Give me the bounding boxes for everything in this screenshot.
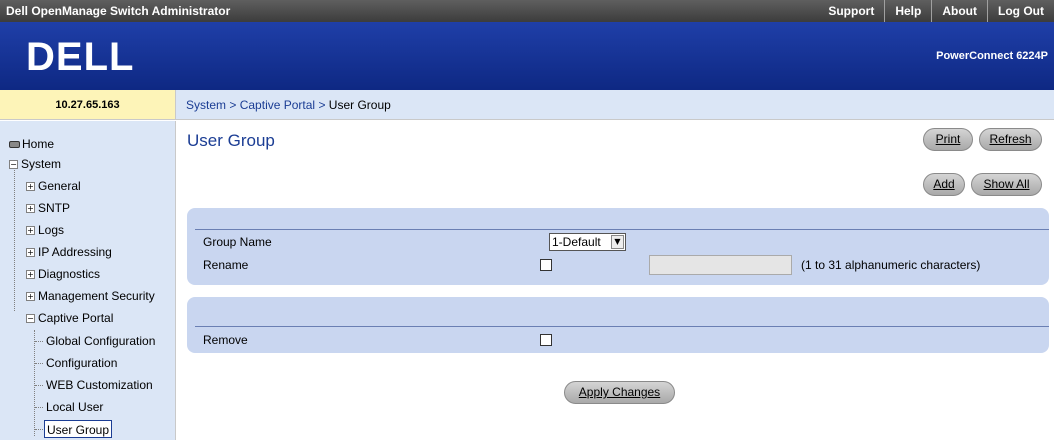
breadcrumb-separator: >: [318, 98, 326, 112]
app-title: Dell OpenManage Switch Administrator: [6, 4, 231, 18]
group-name-label: Group Name: [203, 235, 272, 249]
nav-item-logs[interactable]: + Logs: [26, 221, 64, 239]
expand-icon[interactable]: +: [26, 292, 35, 302]
group-name-value: 1-Default: [552, 235, 601, 249]
chevron-down-icon: ▼: [611, 235, 624, 249]
top-bar: Dell OpenManage Switch Administrator Sup…: [0, 0, 1054, 22]
nav-label: Home: [22, 137, 55, 151]
print-button[interactable]: Print: [923, 128, 973, 151]
dell-logo: DELL: [26, 35, 134, 78]
tree-connector: [35, 363, 43, 364]
nav-item-general[interactable]: + General: [26, 177, 81, 195]
rename-label: Rename: [203, 258, 249, 272]
rename-input[interactable]: [649, 255, 792, 275]
group-name-row: Group Name 1-Default ▼: [187, 233, 1049, 251]
nav-item-local-user[interactable]: Local User: [46, 398, 103, 416]
help-link[interactable]: Help: [884, 0, 931, 22]
rename-checkbox[interactable]: [540, 259, 552, 271]
expand-icon[interactable]: +: [26, 270, 35, 280]
group-name-select[interactable]: 1-Default ▼: [549, 233, 626, 251]
nav-tree: Home − System + General + SNTP + Logs + IP Ad…: [0, 121, 176, 440]
remove-row: Remove: [187, 332, 1049, 350]
nav-label: IP Addressing: [38, 245, 112, 259]
top-links: Support Help About Log Out: [818, 0, 1054, 22]
nav-item-home[interactable]: Home: [9, 135, 54, 153]
rename-hint: (1 to 31 alphanumeric characters): [801, 258, 981, 272]
nav-item-user-group[interactable]: User Group: [44, 420, 113, 438]
tree-connector: [35, 429, 43, 430]
collapse-icon[interactable]: −: [26, 314, 35, 324]
logout-link[interactable]: Log Out: [987, 0, 1054, 22]
page-title: User Group: [187, 131, 275, 150]
breadcrumb-current: User Group: [328, 98, 391, 112]
main-content: User Group Print Refresh Add Show All Gr…: [177, 121, 1054, 440]
nav-label: System: [21, 157, 62, 171]
tree-connector: [35, 385, 43, 386]
tree-connector: [34, 330, 35, 436]
expand-icon[interactable]: +: [26, 248, 35, 258]
breadcrumb-system[interactable]: System: [186, 98, 226, 112]
tree-connector: [14, 163, 15, 311]
model-name: PowerConnect 6224P: [936, 50, 1048, 62]
support-link[interactable]: Support: [818, 0, 884, 22]
tree-connector: [35, 407, 43, 408]
refresh-button[interactable]: Refresh: [979, 128, 1042, 151]
nav-label: Logs: [38, 223, 65, 237]
nav-item-diagnostics[interactable]: + Diagnostics: [26, 265, 100, 283]
nav-label: Captive Portal: [38, 311, 114, 325]
panel-divider: [195, 326, 1049, 327]
show-all-button[interactable]: Show All: [971, 173, 1042, 196]
expand-icon[interactable]: +: [26, 226, 35, 236]
nav-label: Management Security: [38, 289, 155, 303]
breadcrumb-captive-portal[interactable]: Captive Portal: [240, 98, 315, 112]
rename-row: Rename (1 to 31 alphanumeric characters): [187, 255, 1049, 275]
remove-panel: Remove: [187, 297, 1049, 353]
nav-item-system[interactable]: − System: [9, 155, 61, 173]
nav-item-management-security[interactable]: + Management Security: [26, 287, 155, 305]
collapse-icon[interactable]: −: [9, 160, 18, 170]
remove-checkbox[interactable]: [540, 334, 552, 346]
apply-changes-button[interactable]: Apply Changes: [564, 381, 675, 404]
panel-divider: [195, 229, 1049, 230]
nav-item-ip-addressing[interactable]: + IP Addressing: [26, 243, 112, 261]
expand-icon[interactable]: +: [26, 182, 35, 192]
nav-item-captive-portal[interactable]: − Captive Portal: [26, 309, 113, 327]
nav-label: SNTP: [38, 201, 71, 215]
nav-item-sntp[interactable]: + SNTP: [26, 199, 70, 217]
nav-item-configuration[interactable]: Configuration: [46, 354, 117, 372]
nav-item-web-customization[interactable]: WEB Customization: [46, 376, 153, 394]
device-ip: 10.27.65.163: [0, 90, 176, 120]
dell-logo-text: DELL: [26, 35, 134, 78]
expand-icon[interactable]: +: [26, 204, 35, 214]
nav-label: General: [38, 179, 81, 193]
add-button[interactable]: Add: [923, 173, 965, 196]
breadcrumb: System > Captive Portal > User Group: [176, 90, 1054, 120]
home-icon: [9, 141, 20, 149]
remove-label: Remove: [203, 333, 248, 347]
group-settings-panel: Group Name 1-Default ▼ Rename (1 to 31 a…: [187, 208, 1049, 285]
tree-connector: [35, 341, 43, 342]
about-link[interactable]: About: [931, 0, 987, 22]
breadcrumb-separator: >: [229, 98, 237, 112]
nav-label: Diagnostics: [38, 267, 101, 281]
banner: DELL PowerConnect 6224P: [0, 22, 1054, 90]
nav-item-global-configuration[interactable]: Global Configuration: [46, 332, 155, 350]
